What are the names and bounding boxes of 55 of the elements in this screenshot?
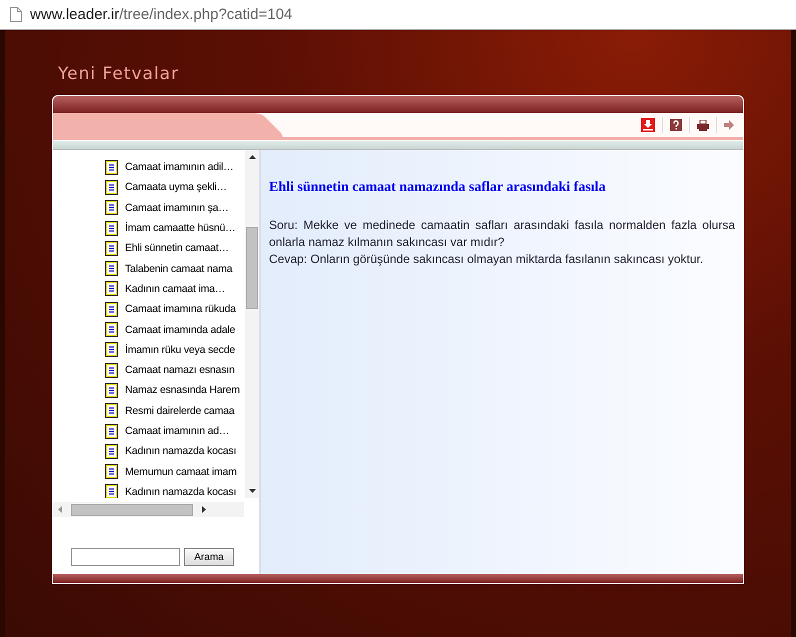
tree-item[interactable]: İmam camaatte hüsnü… <box>125 222 236 234</box>
tree-item[interactable]: Kadının camaat ima… <box>125 282 226 295</box>
tree-item[interactable]: Camaat imamının adil… <box>125 161 234 174</box>
document-icon <box>105 281 118 296</box>
help-icon[interactable] <box>670 119 682 131</box>
document-icon <box>105 464 118 480</box>
question-text: Soru: Mekke ve medinede camaatin safları arasındaki fasıla normalden fazla olursa onlarla namaz kılmanın sakıncası var mıdır? <box>269 217 735 251</box>
answer-text: Cevap: Onların görüşünde sakıncası olmayan miktarda fasılanın sakıncası yoktur. <box>269 251 704 268</box>
document-icon <box>105 484 118 498</box>
document-icon <box>105 424 118 438</box>
document-icon <box>105 160 118 175</box>
page-icon <box>10 7 22 22</box>
tree-item[interactable]: Camaata uyma şekli… <box>125 181 227 194</box>
horizontal-scrollbar[interactable] <box>53 502 244 517</box>
scroll-left-icon[interactable] <box>58 506 62 513</box>
search-button[interactable]: Arama <box>184 548 234 566</box>
tree-item[interactable]: Camaat namazı esnasın <box>125 364 235 376</box>
address-bar[interactable]: www.leader.ir/tree/index.php?catid=104 <box>0 0 796 30</box>
scroll-right-icon[interactable] <box>202 506 206 513</box>
document-icon <box>105 240 118 256</box>
download-icon[interactable] <box>641 118 655 132</box>
tree-item[interactable]: Camaat imamının şa… <box>125 202 229 214</box>
scrollbar-thumb[interactable] <box>71 504 193 516</box>
document-icon <box>105 362 118 378</box>
scroll-up-icon[interactable] <box>248 155 256 159</box>
document-icon <box>105 200 118 216</box>
document-icon <box>105 403 118 418</box>
article-title: Ehli sünnetin camaat namazında saflar arasındaki fasıla <box>269 180 607 196</box>
print-icon[interactable] <box>697 120 709 130</box>
tree-item[interactable]: Resmi dairelerde camaa <box>125 404 234 417</box>
tree-item[interactable]: Camaat imamının ad… <box>125 425 230 437</box>
vertical-scrollbar[interactable] <box>245 150 259 498</box>
url-text: www.leader.ir/tree/index.php?catid=104 <box>30 6 292 23</box>
document-icon <box>105 444 118 459</box>
document-icon <box>105 261 118 276</box>
tree-item[interactable]: Namaz esnasında Harem <box>125 384 240 396</box>
document-icon <box>105 220 118 236</box>
document-icon <box>105 302 118 317</box>
tree-item[interactable]: İmamın rüku veya secde <box>125 344 235 356</box>
document-icon <box>105 382 118 398</box>
tree-item[interactable]: Kadının namazda kocası <box>125 445 236 458</box>
tree-item[interactable]: Camaat imamına rükuda <box>125 303 236 316</box>
tree-item[interactable]: Camaat imamında adale <box>125 324 236 336</box>
scrollbar-thumb[interactable] <box>246 227 258 309</box>
search-field[interactable] <box>71 548 180 566</box>
tree-item[interactable]: Talabenin camaat nama <box>125 262 232 275</box>
tree-item[interactable]: Ehli sünnetin camaat… <box>125 242 229 254</box>
arrow-icon[interactable] <box>724 120 734 130</box>
document-icon <box>105 180 118 195</box>
document-icon <box>105 342 118 358</box>
page-title: Yeni Fetvalar <box>57 63 180 86</box>
tree-item[interactable]: Kadının namazda kocası <box>125 486 236 498</box>
scroll-down-icon[interactable] <box>248 489 256 493</box>
document-icon <box>105 322 118 338</box>
tree-item[interactable]: Memumun camaat imam <box>125 466 237 478</box>
